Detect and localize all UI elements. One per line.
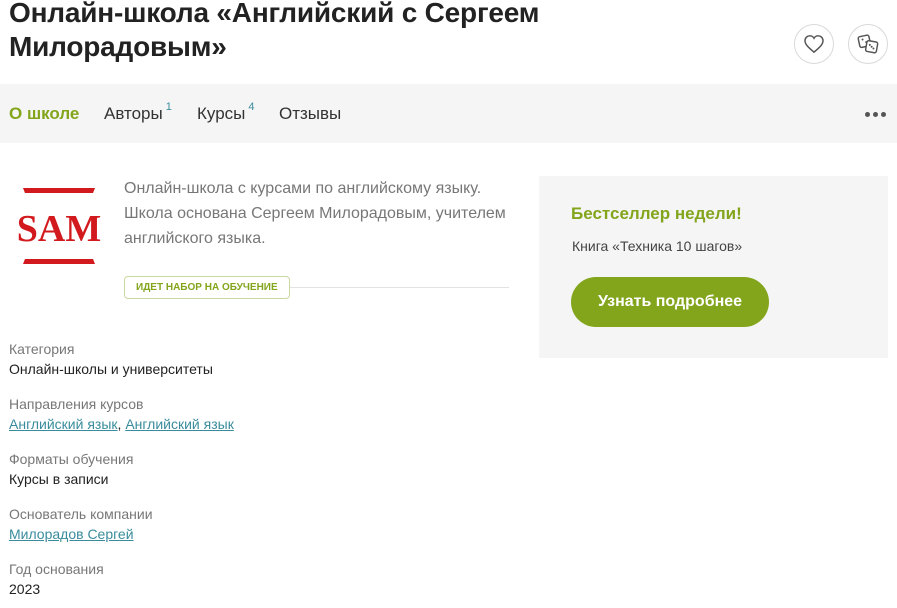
enrollment-badge: ИДЕТ НАБОР НА ОБУЧЕНИЕ	[124, 276, 290, 299]
tab-about[interactable]: О школе	[9, 104, 79, 124]
tabs-bar: О школе Авторы 1 Курсы 4 Отзывы	[0, 84, 897, 143]
tab-authors[interactable]: Авторы 1	[104, 101, 172, 124]
tab-label: Курсы	[197, 104, 246, 123]
tab-courses[interactable]: Курсы 4	[197, 101, 255, 124]
info-label: Направления курсов	[9, 396, 144, 412]
tab-label: Авторы	[104, 104, 163, 123]
tab-reviews[interactable]: Отзывы	[279, 104, 341, 124]
info-label: Основатель компании	[9, 506, 153, 522]
promo-text: Книга «Техника 10 шагов»	[572, 238, 743, 254]
school-description: Онлайн-школа с курсами по английскому яз…	[124, 180, 506, 247]
founder-link[interactable]: Милорадов Сергей	[9, 526, 134, 542]
info-value: Курсы в записи	[9, 471, 109, 487]
tab-label: Отзывы	[279, 104, 342, 123]
tab-count: 1	[165, 101, 172, 113]
svg-text:SAM: SAM	[17, 208, 101, 250]
info-value: 2023	[9, 581, 41, 597]
heart-icon	[804, 35, 824, 53]
direction-link[interactable]: Английский язык	[125, 416, 234, 432]
page-title: Онлайн-школа «Английский с Сергеем Милор…	[9, 0, 540, 62]
info-directions: Направления курсов Английский язык, Англ…	[9, 395, 509, 433]
compare-button[interactable]	[848, 24, 888, 64]
link-separator: ,	[117, 416, 122, 432]
info-label: Категория	[9, 341, 75, 357]
promo-title: Бестселлер недели!	[571, 204, 742, 223]
learn-more-button[interactable]: Узнать подробнее	[571, 277, 769, 327]
info-label: Год основания	[9, 561, 104, 577]
info-category: Категория Онлайн-школы и университеты	[9, 340, 509, 378]
promo-banner: Бестселлер недели! Книга «Техника 10 шаг…	[539, 176, 888, 358]
tab-count: 4	[248, 101, 255, 113]
school-logo: SAM	[17, 188, 101, 264]
info-formats: Форматы обучения Курсы в записи	[9, 450, 509, 488]
info-label: Форматы обучения	[9, 451, 134, 467]
info-founded: Год основания 2023	[9, 560, 509, 598]
favorite-button[interactable]	[794, 24, 834, 64]
more-options-icon[interactable]	[862, 107, 888, 121]
info-value: Онлайн-школы и университеты	[9, 361, 213, 377]
direction-link[interactable]: Английский язык	[9, 416, 118, 432]
dice-icon	[857, 34, 879, 54]
info-founder: Основатель компании Милорадов Сергей	[9, 505, 509, 543]
tab-label: О школе	[9, 104, 80, 123]
